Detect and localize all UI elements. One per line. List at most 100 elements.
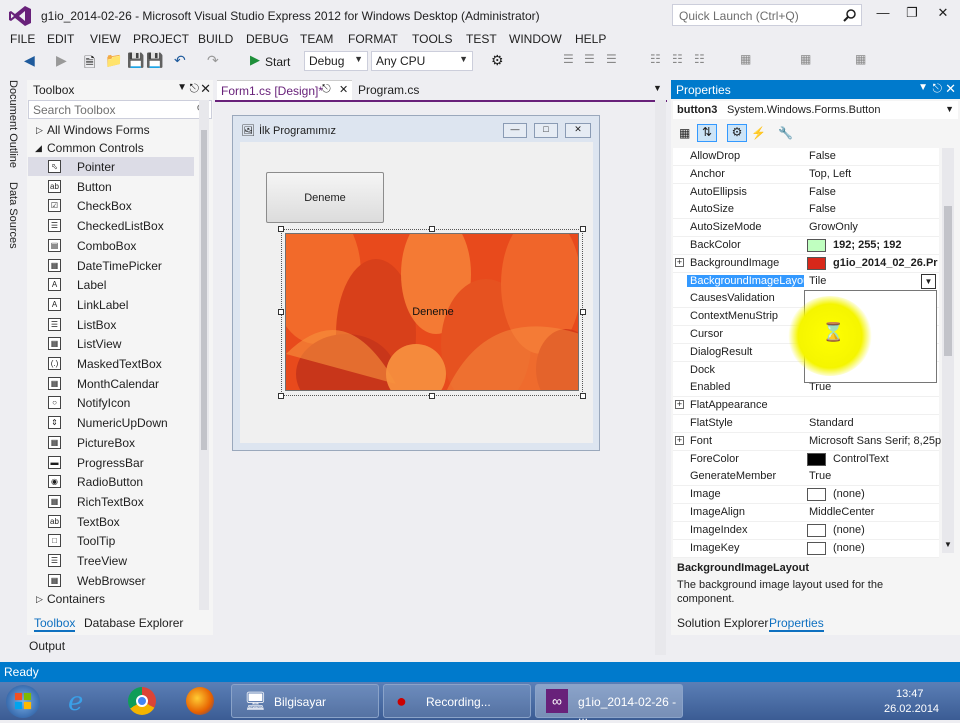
firefox-icon[interactable]: [186, 687, 214, 715]
property-value[interactable]: (none): [833, 488, 865, 500]
menu-test[interactable]: TEST: [466, 32, 497, 46]
collapse-arrow-icon[interactable]: ◢: [35, 143, 42, 154]
dropdown-icon[interactable]: ▼: [918, 82, 928, 93]
toolbox-item-numericupdown[interactable]: ⇕ NumericUpDown: [28, 413, 194, 432]
align-bottom-icon[interactable]: ☷: [694, 52, 705, 70]
properties-view-icon[interactable]: ⚙: [727, 124, 747, 142]
toolbox-item-treeview[interactable]: ☰ TreeView: [28, 551, 194, 570]
menu-window[interactable]: WINDOW: [509, 32, 562, 46]
toolbox-item-checkbox[interactable]: ☑ CheckBox: [28, 196, 194, 215]
properties-scrollbar[interactable]: ▼: [942, 148, 954, 553]
events-icon[interactable]: ⚡: [751, 126, 766, 140]
tab-program-cs[interactable]: Program.cs: [354, 80, 454, 100]
toolbox-item-pointer[interactable]: ⬁ Pointer: [28, 157, 194, 176]
toolbox-item-progressbar[interactable]: ▬ ProgressBar: [28, 453, 194, 472]
property-value[interactable]: GrowOnly: [809, 221, 858, 233]
toolbox-item-listbox[interactable]: ☰ ListBox: [28, 315, 194, 334]
pin-icon[interactable]: ⎋: [190, 81, 200, 96]
pin-icon[interactable]: ⎋: [322, 83, 331, 96]
resize-handle[interactable]: [580, 226, 586, 232]
property-row-autoellipsis[interactable]: AutoEllipsis False: [673, 183, 939, 202]
maximize-button[interactable]: ❐: [899, 4, 925, 24]
property-value[interactable]: True: [809, 381, 831, 393]
categorized-icon[interactable]: ▦: [679, 126, 690, 140]
resize-handle[interactable]: [429, 226, 435, 232]
property-value[interactable]: True: [809, 470, 831, 482]
toolbox-item-richtextbox[interactable]: ▦ RichTextBox: [28, 492, 194, 511]
property-value[interactable]: (none): [833, 542, 865, 554]
property-value[interactable]: (none): [833, 524, 865, 536]
config-dropdown[interactable]: Debug ▼: [304, 51, 368, 71]
menu-project[interactable]: PROJECT: [133, 32, 189, 46]
attach-icon[interactable]: ⚙: [491, 52, 504, 70]
toolbox-item-maskedtextbox[interactable]: (.) MaskedTextBox: [28, 354, 194, 373]
taskbar-item-bilgisayar[interactable]: 🖥 Bilgisayar: [231, 684, 379, 718]
chevron-down-icon[interactable]: ▼: [653, 83, 662, 93]
property-row-flatappearance[interactable]: + FlatAppearance: [673, 397, 939, 416]
property-row-forecolor[interactable]: ForeColor ControlText: [673, 450, 939, 469]
platform-dropdown[interactable]: Any CPU ▼: [371, 51, 473, 71]
expand-arrow-icon[interactable]: ▷: [36, 125, 43, 136]
tab-properties[interactable]: Properties: [769, 616, 824, 632]
chrome-icon[interactable]: [128, 687, 156, 715]
toolbox-item-checkedlistbox[interactable]: ☰ CheckedListBox: [28, 216, 194, 235]
toolbox-item-label[interactable]: A Label: [28, 275, 194, 294]
form-maximize-button[interactable]: □: [534, 123, 558, 138]
group-containers[interactable]: Containers: [47, 592, 105, 606]
toolbox-search-input[interactable]: Search Toolbox ⚲: [28, 100, 212, 119]
toolbox-item-linklabel[interactable]: A LinkLabel: [28, 295, 194, 314]
minimize-button[interactable]: —: [870, 4, 896, 24]
resize-handle[interactable]: [580, 309, 586, 315]
toolbox-item-radiobutton[interactable]: ◉ RadioButton: [28, 472, 194, 491]
property-value[interactable]: Standard: [809, 417, 854, 429]
property-row-backcolor[interactable]: BackColor 192; 255; 192: [673, 237, 939, 255]
close-icon[interactable]: ✕: [200, 81, 211, 97]
property-row-autosizemode[interactable]: AutoSizeMode GrowOnly: [673, 219, 939, 238]
align-left-icon[interactable]: ☰: [563, 52, 574, 70]
tab-toolbox[interactable]: Toolbox: [34, 616, 76, 632]
expand-arrow-icon[interactable]: ▷: [36, 594, 43, 605]
align-center-icon[interactable]: ☰: [584, 52, 595, 70]
property-value[interactable]: MiddleCenter: [809, 506, 874, 518]
save-all-icon[interactable]: 💾: [146, 52, 163, 70]
spacing-icon[interactable]: ▦: [800, 52, 811, 70]
toolbox-item-monthcalendar[interactable]: ▦ MonthCalendar: [28, 374, 194, 393]
expand-icon[interactable]: +: [675, 257, 684, 267]
back-icon[interactable]: ◀: [24, 52, 35, 70]
toolbox-item-datetimepicker[interactable]: ▦ DateTimePicker: [28, 256, 194, 275]
clock-date[interactable]: 26.02.2014: [884, 703, 939, 715]
toolbox-item-textbox[interactable]: ab TextBox: [28, 512, 194, 531]
start-orb[interactable]: [6, 685, 40, 718]
order-icon[interactable]: ▦: [855, 52, 866, 70]
property-value[interactable]: False: [809, 186, 836, 198]
property-row-image[interactable]: Image (none): [673, 486, 939, 505]
forward-icon[interactable]: ▶: [56, 52, 67, 70]
property-pages-icon[interactable]: 🔧: [778, 126, 793, 140]
resize-handle[interactable]: [278, 226, 284, 232]
property-row-backgroundimage[interactable]: + BackgroundImage g1io_2014_02_26.Pr: [673, 254, 939, 273]
taskbar-item-visual-studio[interactable]: ∞ g1io_2014-02-26 - ...: [535, 684, 683, 723]
start-button[interactable]: Start: [265, 55, 290, 73]
property-row-flatstyle[interactable]: FlatStyle Standard: [673, 415, 939, 433]
menu-view[interactable]: VIEW: [90, 32, 121, 46]
tab-form1-design[interactable]: Form1.cs [Design]* ⎋ ✕: [217, 80, 352, 100]
group-all-windows-forms[interactable]: All Windows Forms: [47, 123, 150, 137]
property-row-generatemember[interactable]: GenerateMember True: [673, 468, 939, 487]
document-outline-tab[interactable]: Document Outline: [7, 80, 19, 168]
alphabetical-icon[interactable]: ⇅: [697, 124, 717, 142]
menu-team[interactable]: TEAM: [300, 32, 333, 46]
group-common-controls[interactable]: Common Controls: [47, 141, 144, 155]
scroll-down-icon[interactable]: ▼: [944, 540, 952, 549]
tab-solution-explorer[interactable]: Solution Explorer: [677, 616, 768, 630]
resize-handle[interactable]: [278, 393, 284, 399]
property-value[interactable]: 192; 255; 192: [833, 239, 902, 251]
menu-debug[interactable]: DEBUG: [246, 32, 289, 46]
property-value[interactable]: False: [809, 203, 836, 215]
save-icon[interactable]: 💾: [127, 52, 144, 70]
close-icon[interactable]: ✕: [339, 83, 348, 96]
clock-time[interactable]: 13:47: [896, 688, 924, 700]
pin-icon[interactable]: ⎋: [933, 81, 943, 96]
property-row-backgroundimagelayout[interactable]: BackgroundImageLayout Tile ▼: [673, 272, 939, 291]
toolbox-item-combobox[interactable]: ▤ ComboBox: [28, 236, 194, 255]
property-value[interactable]: False: [809, 150, 836, 162]
